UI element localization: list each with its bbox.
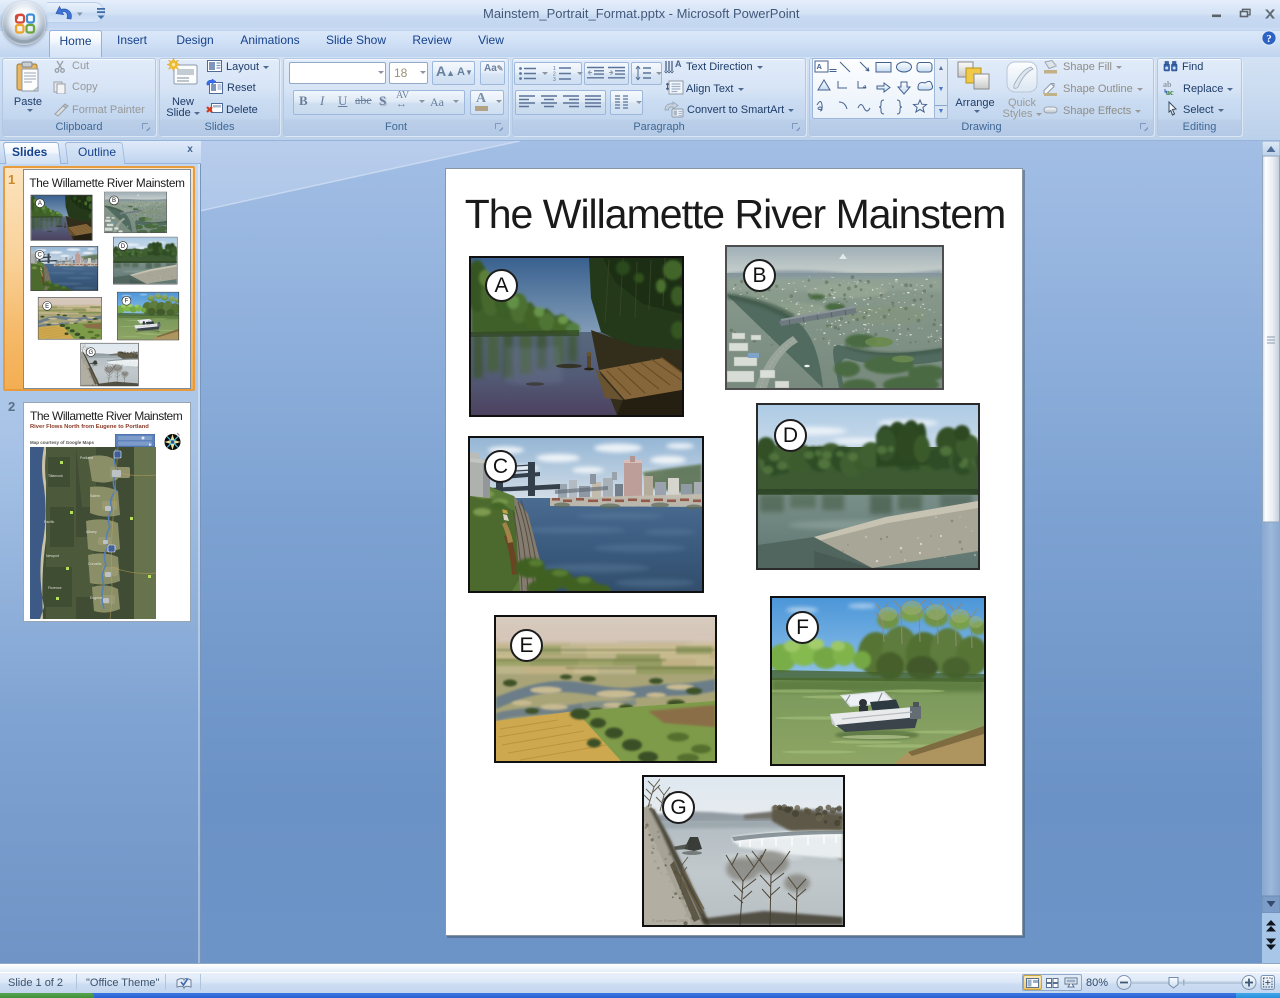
svg-text:Portland: Portland xyxy=(80,456,93,460)
svg-text:Tillamook: Tillamook xyxy=(48,474,63,478)
svg-text:A: A xyxy=(817,62,823,71)
svg-text:3: 3 xyxy=(553,77,556,81)
svg-text:A: A xyxy=(675,59,682,69)
svg-text:Florence: Florence xyxy=(48,586,62,590)
svg-text:© Lee Emmett 2009: © Lee Emmett 2009 xyxy=(652,918,688,923)
svg-text:Corvallis: Corvallis xyxy=(88,562,102,566)
svg-text:?: ? xyxy=(1266,33,1272,45)
svg-text:Eugene: Eugene xyxy=(90,596,102,600)
svg-text:Albany: Albany xyxy=(86,530,97,534)
svg-text:Salem: Salem xyxy=(90,494,100,498)
svg-text:Pacific: Pacific xyxy=(44,520,55,524)
svg-text:Newport: Newport xyxy=(46,554,59,558)
svg-text:ac: ac xyxy=(1166,88,1174,96)
